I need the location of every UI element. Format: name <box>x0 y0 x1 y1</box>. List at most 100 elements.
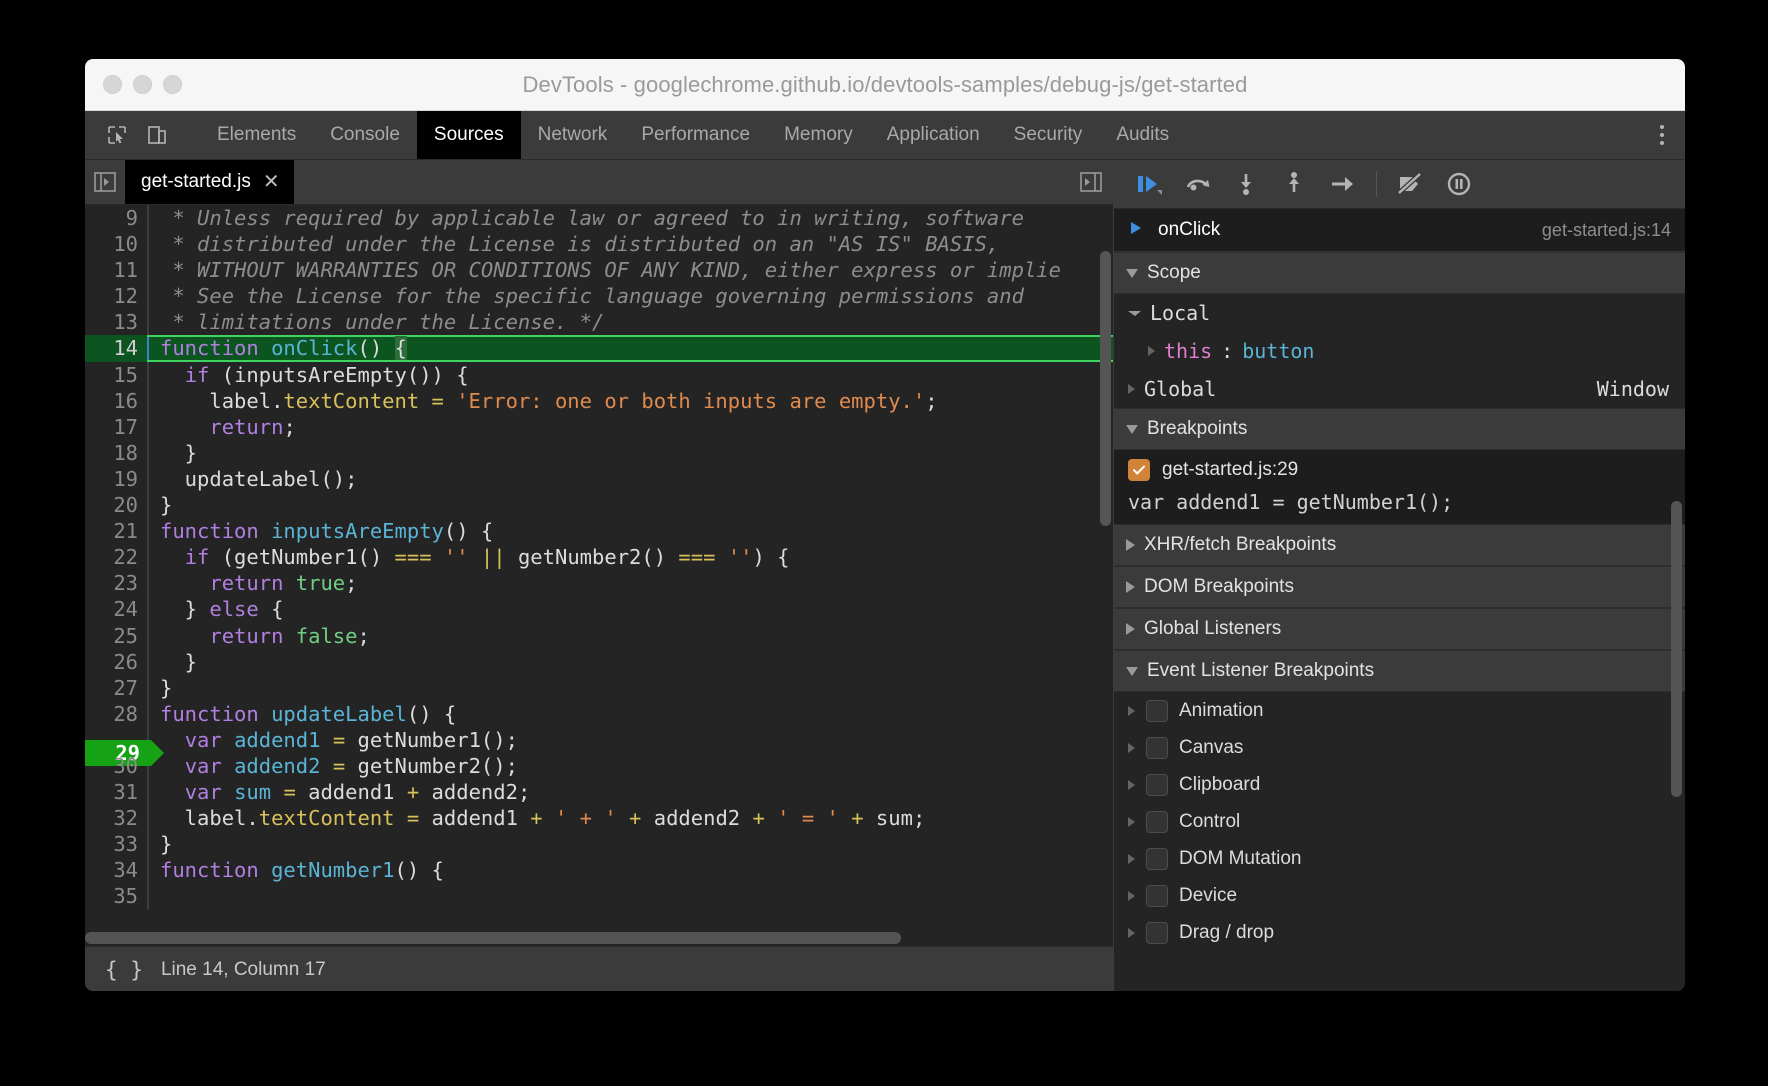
line-number[interactable]: 14 <box>85 335 147 361</box>
tab-audits[interactable]: Audits <box>1099 111 1186 159</box>
file-tab-get-started-js[interactable]: get-started.js ✕ <box>125 160 294 204</box>
line-number[interactable]: 27 <box>85 675 147 701</box>
step-button[interactable] <box>1320 164 1364 204</box>
close-icon[interactable]: ✕ <box>263 172 280 192</box>
event-listener-category-checkbox[interactable] <box>1146 922 1168 944</box>
line-number[interactable]: 12 <box>85 283 147 309</box>
code-line[interactable]: 16 label.textContent = 'Error: one or bo… <box>85 388 1113 414</box>
line-number[interactable]: 35 <box>85 883 147 909</box>
dom-breakpoints-header[interactable]: DOM Breakpoints <box>1114 566 1685 608</box>
line-number[interactable]: 24 <box>85 596 147 622</box>
device-toolbar-icon[interactable] <box>139 117 175 153</box>
code-line[interactable]: 35 <box>85 883 1113 909</box>
resume-button[interactable] <box>1128 164 1172 204</box>
chevron-right-icon[interactable] <box>1128 817 1135 827</box>
debugger-vertical-scrollbar[interactable] <box>1671 501 1682 797</box>
line-number[interactable]: 22 <box>85 544 147 570</box>
code-line[interactable]: 26 } <box>85 649 1113 675</box>
deactivate-breakpoints-button[interactable] <box>1389 164 1433 204</box>
step-over-button[interactable] <box>1176 164 1220 204</box>
code-line[interactable]: 17 return; <box>85 414 1113 440</box>
chevron-right-icon[interactable] <box>1148 346 1155 356</box>
code-line[interactable]: 12 * See the License for the specific la… <box>85 283 1113 309</box>
tab-elements[interactable]: Elements <box>200 111 313 159</box>
code-line[interactable]: 34function getNumber1() { <box>85 857 1113 883</box>
code-line[interactable]: 20} <box>85 492 1113 518</box>
code-lines[interactable]: 9 * Unless required by applicable law or… <box>85 205 1113 946</box>
call-frame-row[interactable]: onClick get-started.js:14 <box>1114 209 1685 252</box>
event-listener-category-row[interactable]: Clipboard <box>1114 766 1685 803</box>
scope-local-group[interactable]: Local <box>1114 294 1685 332</box>
event-listener-category-row[interactable]: Device <box>1114 877 1685 914</box>
event-listener-category-checkbox[interactable] <box>1146 885 1168 907</box>
code-line[interactable]: 15 if (inputsAreEmpty()) { <box>85 362 1113 388</box>
code-line[interactable]: 27} <box>85 675 1113 701</box>
tab-console[interactable]: Console <box>313 111 417 159</box>
xhr-fetch-breakpoints-header[interactable]: XHR/fetch Breakpoints <box>1114 524 1685 566</box>
chevron-right-icon[interactable] <box>1128 928 1135 938</box>
scope-section-header[interactable]: Scope <box>1114 252 1685 294</box>
code-line[interactable]: 32 label.textContent = addend1 + ' + ' +… <box>85 805 1113 831</box>
line-number[interactable]: 16 <box>85 388 147 414</box>
line-number[interactable]: 25 <box>85 623 147 649</box>
chevron-right-icon[interactable] <box>1128 854 1135 864</box>
tab-sources[interactable]: Sources <box>417 111 521 159</box>
event-listener-category-checkbox[interactable] <box>1146 700 1168 722</box>
code-line[interactable]: 21function inputsAreEmpty() { <box>85 518 1113 544</box>
pause-on-exceptions-button[interactable] <box>1437 164 1481 204</box>
code-line[interactable]: 18 } <box>85 440 1113 466</box>
more-options-kebab-icon[interactable] <box>1639 111 1685 159</box>
window-controls[interactable] <box>103 75 182 94</box>
step-into-button[interactable] <box>1224 164 1268 204</box>
scope-this-entry[interactable]: this: button <box>1114 332 1685 370</box>
tab-memory[interactable]: Memory <box>767 111 870 159</box>
code-line[interactable]: 31 var sum = addend1 + addend2; <box>85 779 1113 805</box>
line-number[interactable]: 26 <box>85 649 147 675</box>
chevron-right-icon[interactable] <box>1128 743 1135 753</box>
global-listeners-header[interactable]: Global Listeners <box>1114 608 1685 650</box>
chevron-right-icon[interactable] <box>1128 706 1135 716</box>
line-number[interactable]: 30 <box>85 753 147 779</box>
zoom-window-button[interactable] <box>163 75 182 94</box>
code-line[interactable]: 30 var addend2 = getNumber2(); <box>85 753 1113 779</box>
code-line[interactable]: 24 } else { <box>85 596 1113 622</box>
code-line[interactable]: 14function onClick() { <box>85 335 1113 361</box>
editor-vertical-scrollbar[interactable] <box>1100 251 1111 526</box>
code-line[interactable]: 22 if (getNumber1() === '' || getNumber2… <box>85 544 1113 570</box>
line-number[interactable]: 20 <box>85 492 147 518</box>
event-listener-category-row[interactable]: Canvas <box>1114 729 1685 766</box>
breakpoints-section-header[interactable]: Breakpoints <box>1114 408 1685 450</box>
line-number[interactable]: 17 <box>85 414 147 440</box>
code-line[interactable]: 23 return true; <box>85 570 1113 596</box>
show-navigator-icon[interactable] <box>85 160 125 204</box>
line-number[interactable]: 11 <box>85 257 147 283</box>
line-number[interactable]: 18 <box>85 440 147 466</box>
chevron-right-icon[interactable] <box>1128 780 1135 790</box>
code-line[interactable]: 33} <box>85 831 1113 857</box>
line-number[interactable]: 23 <box>85 570 147 596</box>
scope-global-group[interactable]: Global Window <box>1114 370 1685 408</box>
line-number[interactable]: 33 <box>85 831 147 857</box>
code-editor[interactable]: 9 * Unless required by applicable law or… <box>85 205 1113 946</box>
event-listener-category-checkbox[interactable] <box>1146 774 1168 796</box>
tab-performance[interactable]: Performance <box>624 111 767 159</box>
editor-horizontal-scrollbar[interactable] <box>85 932 1093 944</box>
code-line[interactable]: 29 var addend1 = getNumber1(); <box>85 727 1113 753</box>
pretty-print-braces-icon[interactable]: { } <box>105 958 143 982</box>
line-number[interactable]: 34 <box>85 857 147 883</box>
breakpoint-row[interactable]: get-started.js:29 <box>1114 450 1685 490</box>
line-number[interactable]: 15 <box>85 362 147 388</box>
event-listener-category-row[interactable]: DOM Mutation <box>1114 840 1685 877</box>
line-number[interactable]: 9 <box>85 205 147 231</box>
tab-network[interactable]: Network <box>521 111 625 159</box>
step-out-button[interactable] <box>1272 164 1316 204</box>
line-number[interactable]: 31 <box>85 779 147 805</box>
event-listener-breakpoints-header[interactable]: Event Listener Breakpoints <box>1114 650 1685 692</box>
code-line[interactable]: 19 updateLabel(); <box>85 466 1113 492</box>
line-number[interactable]: 28 <box>85 701 147 727</box>
chevron-right-icon[interactable] <box>1128 891 1135 901</box>
event-listener-category-row[interactable]: Control <box>1114 803 1685 840</box>
minimize-window-button[interactable] <box>133 75 152 94</box>
line-number[interactable]: 13 <box>85 309 147 335</box>
line-number[interactable]: 10 <box>85 231 147 257</box>
